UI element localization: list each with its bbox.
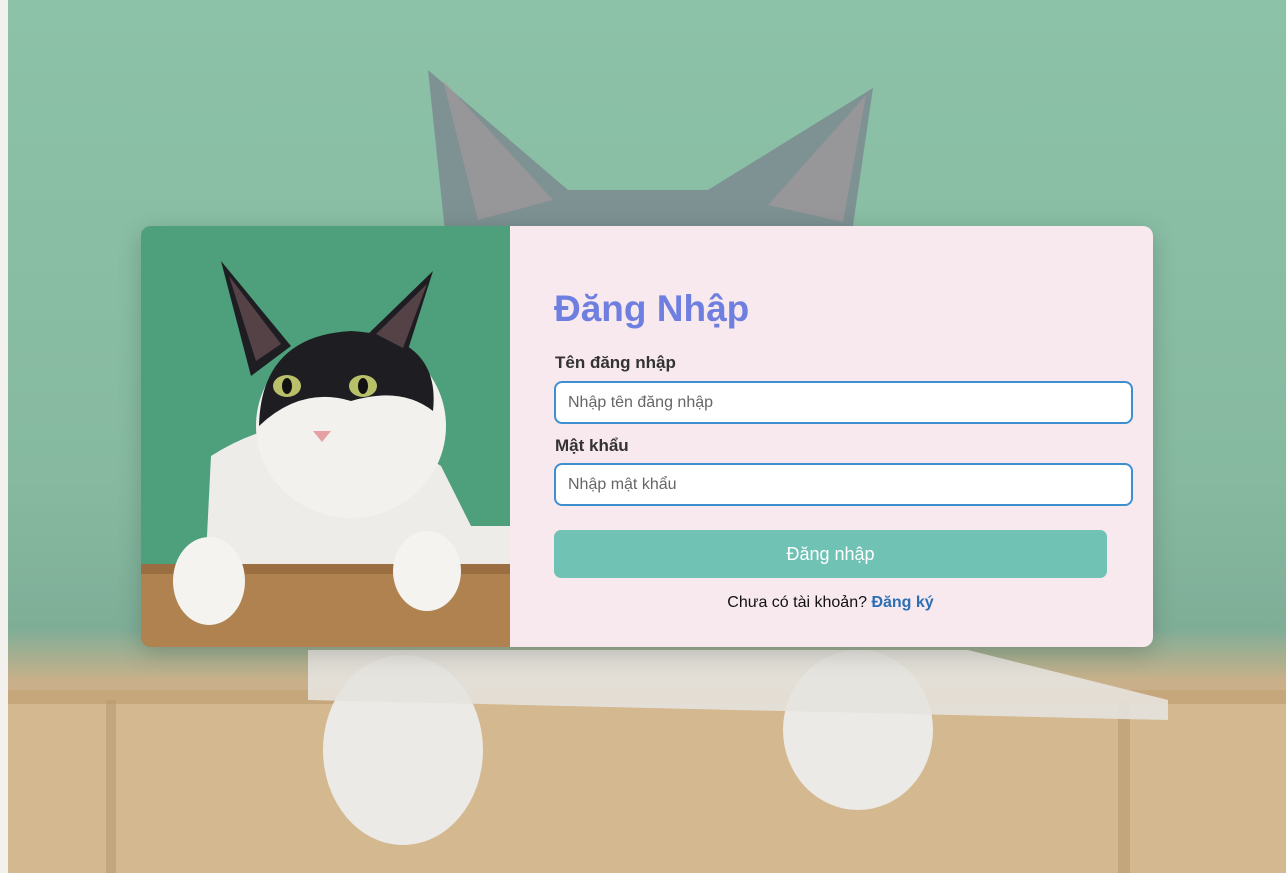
username-label: Tên đăng nhập — [555, 353, 676, 372]
signup-row: Chưa có tài khoản? Đăng ký — [554, 594, 1107, 612]
login-form: Đăng Nhập Tên đăng nhập Mật khẩu Đăng nh… — [510, 226, 1153, 647]
password-label: Mật khẩu — [555, 436, 629, 455]
cat-photo-illustration — [141, 226, 510, 647]
password-input[interactable] — [554, 463, 1133, 506]
signup-link[interactable]: Đăng ký — [871, 594, 933, 611]
username-input[interactable] — [554, 381, 1133, 424]
page-title: Đăng Nhập — [554, 288, 750, 329]
login-card: Đăng Nhập Tên đăng nhập Mật khẩu Đăng nh… — [141, 226, 1153, 647]
signup-prompt: Chưa có tài khoản? — [727, 594, 867, 611]
cat-photo — [141, 226, 510, 647]
login-button[interactable]: Đăng nhập — [554, 530, 1107, 578]
